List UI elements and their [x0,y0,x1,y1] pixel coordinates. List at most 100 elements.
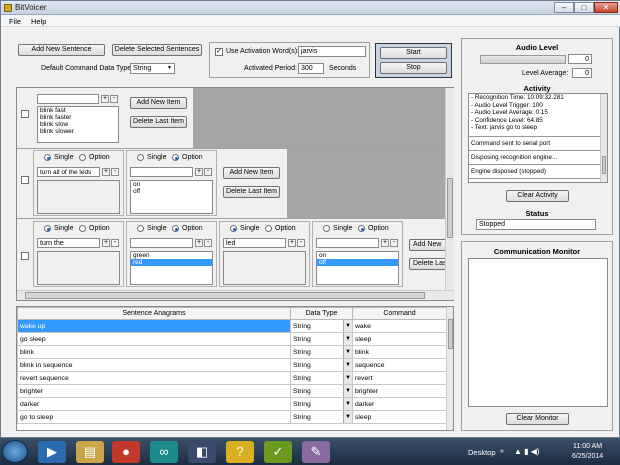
data-type-cell[interactable]: String ▼ [290,371,353,385]
add-option-button[interactable]: + [195,168,203,176]
chevron-down-icon[interactable]: ▼ [343,333,352,345]
scrollbar-thumb[interactable] [448,319,453,349]
column-header[interactable]: Command [352,307,447,320]
command-cell[interactable]: sleep [352,410,447,424]
segment-text-input[interactable]: turn the [37,238,100,248]
segment-options-list[interactable]: green red [130,251,213,285]
file-explorer-icon[interactable]: ▤ [76,441,104,463]
remove-option-button[interactable]: - [390,239,398,247]
table-row[interactable]: darker String ▼ darker [17,397,447,411]
segment-options-list[interactable] [223,251,306,285]
table-row[interactable]: go to sleep String ▼ sleep [17,410,447,424]
remove-option-button[interactable]: - [204,239,212,247]
tray-icons[interactable]: ▲ ▮ ◀) [514,447,540,456]
data-type-cell[interactable]: String ▼ [290,332,353,346]
option-radio[interactable] [358,225,365,232]
option-radio[interactable] [265,225,272,232]
arduino-icon[interactable]: ∞ [150,441,178,463]
communication-monitor-log[interactable] [468,258,608,407]
bitvoicer-icon[interactable]: ✓ [264,441,292,463]
list-item[interactable]: blink slow [38,121,118,128]
chevron-down-icon[interactable]: ▼ [343,320,352,332]
list-item[interactable]: red [131,259,212,266]
single-radio[interactable] [44,154,51,161]
sentence-cell[interactable]: go to sleep [17,410,291,424]
firefox-icon[interactable]: ● [112,441,140,463]
command-cell[interactable]: blink [352,345,447,359]
help-icon[interactable]: ? [226,441,254,463]
table-row[interactable]: go sleep String ▼ sleep [17,332,447,346]
single-radio[interactable] [137,154,144,161]
add-new-item-button[interactable]: Add New Item [223,167,280,179]
scrollbar-thumb[interactable] [602,156,606,174]
delete-last-item-button[interactable]: Delete Las [409,258,447,270]
add-option-button[interactable]: + [381,239,389,247]
option-radio[interactable] [79,154,86,161]
sentence-cell[interactable]: wake up [17,319,291,333]
remove-option-button[interactable]: - [297,239,305,247]
chevron-down-icon[interactable]: ▼ [343,359,352,371]
command-cell[interactable]: revert [352,371,447,385]
command-cell[interactable]: wake [352,319,447,333]
activity-log[interactable]: - Recognition Time: 10:09:32.281 - Audio… [468,93,608,183]
segment-text-input[interactable] [316,238,379,248]
activated-period-input[interactable]: 300 [298,63,324,74]
table-row[interactable]: revert sequence String ▼ revert [17,371,447,385]
list-item[interactable]: on [131,181,212,188]
clear-activity-button[interactable]: Clear Activity [506,190,569,202]
command-cell[interactable]: darker [352,397,447,411]
data-type-cell[interactable]: String ▼ [290,358,353,372]
sentence-cell[interactable]: blink [17,345,291,359]
menu-file[interactable]: File [9,17,21,26]
sentence-cell[interactable]: revert sequence [17,371,291,385]
list-item[interactable]: green [131,252,212,259]
chevron-down-icon[interactable]: ▼ [343,398,352,410]
list-item[interactable]: off [317,259,398,266]
segment-options-list[interactable]: on off [130,180,213,214]
add-option-button[interactable]: + [101,95,109,103]
activity-scrollbar[interactable] [600,94,607,182]
sentence-checkbox[interactable] [21,110,29,118]
command-cell[interactable]: brighter [352,384,447,398]
add-option-button[interactable]: + [102,239,110,247]
single-radio[interactable] [323,225,330,232]
sentence-cell[interactable]: go sleep [17,332,291,346]
maximize-button[interactable]: □ [574,2,594,13]
chevron-down-icon[interactable]: ▼ [343,346,352,358]
list-item[interactable]: off [131,188,212,195]
clear-monitor-button[interactable]: Clear Monitor [506,413,569,425]
data-type-cell[interactable]: String ▼ [290,345,353,359]
scrollbar-thumb[interactable] [25,292,425,299]
table-row[interactable]: brighter String ▼ brighter [17,384,447,398]
remove-option-button[interactable]: - [110,95,118,103]
menu-help[interactable]: Help [31,17,46,26]
data-type-cell[interactable]: String ▼ [290,410,353,424]
data-type-cell[interactable]: String ▼ [290,319,353,333]
start-button[interactable]: Start [380,47,447,59]
list-item[interactable]: blink faster [38,114,118,121]
data-type-cell[interactable]: String ▼ [290,397,353,411]
table-row[interactable]: blink String ▼ blink [17,345,447,359]
list-item[interactable]: blink fast [38,107,118,114]
segment-text-input[interactable] [130,238,193,248]
data-type-cell[interactable]: String ▼ [290,384,353,398]
list-item[interactable]: blink slower [38,128,118,135]
remove-option-button[interactable]: - [204,168,212,176]
command-cell[interactable]: sequence [352,358,447,372]
add-option-button[interactable]: + [288,239,296,247]
sentence-checkbox[interactable] [21,252,29,260]
column-header[interactable]: Data Type [290,307,353,320]
paint-icon[interactable]: ✎ [302,441,330,463]
add-option-button[interactable]: + [102,168,110,176]
sentence-cell[interactable]: blink in sequence [17,358,291,372]
segment-options-list[interactable]: blink fast blink faster blink slow blink… [37,106,119,143]
add-new-item-button[interactable]: Add New [409,239,447,251]
activation-word-input[interactable]: jarvis [298,46,366,57]
vertical-scrollbar[interactable] [445,88,454,290]
sentence-checkbox[interactable] [21,176,29,184]
grid-vertical-scrollbar[interactable] [446,307,453,430]
option-radio[interactable] [79,225,86,232]
close-button[interactable]: ✕ [594,2,618,13]
sentence-cell[interactable]: brighter [17,384,291,398]
minimize-button[interactable]: – [554,2,574,13]
